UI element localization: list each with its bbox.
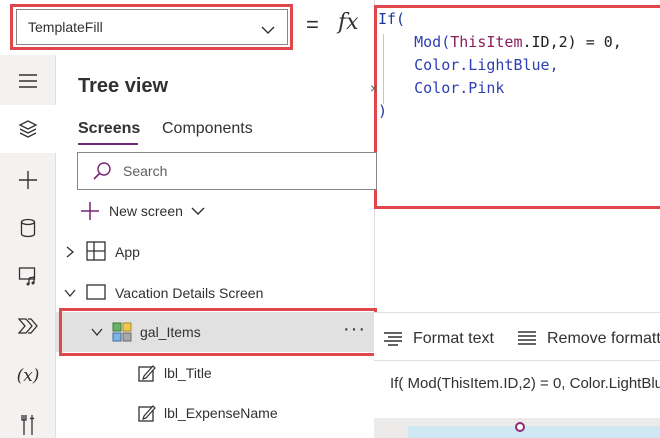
- tree-item-app[interactable]: App: [56, 232, 374, 272]
- tree-view-button[interactable]: [0, 105, 56, 153]
- data-button[interactable]: [0, 204, 56, 252]
- close-icon[interactable]: ×: [370, 80, 378, 96]
- tab-screens[interactable]: Screens: [78, 120, 140, 138]
- search-placeholder: Search: [123, 163, 168, 179]
- format-text-icon: [384, 332, 402, 346]
- power-automate-icon: [18, 318, 38, 334]
- fx-icon[interactable]: fx: [338, 10, 359, 35]
- format-text-label: Format text: [413, 330, 494, 347]
- tab-components[interactable]: Components: [162, 120, 253, 138]
- code-line-2-rest: .ID,2) = 0,: [522, 33, 622, 51]
- label-edit-icon: [138, 405, 156, 422]
- left-rail: (x): [0, 55, 56, 438]
- gallery-icon: [112, 322, 132, 342]
- canvas-strip: [374, 418, 660, 438]
- tree-item-label: App: [115, 244, 140, 260]
- plus-icon: [19, 171, 37, 189]
- resize-handle[interactable]: [515, 422, 525, 432]
- hamburger-icon: [19, 74, 37, 88]
- insert-button[interactable]: [0, 156, 56, 204]
- code-ref-thisitem: ThisItem: [450, 33, 523, 51]
- variables-button[interactable]: (x): [0, 352, 56, 400]
- remove-formatting-button[interactable]: Remove formatting: [517, 330, 660, 348]
- tree-item-label: lbl_Title: [164, 365, 212, 381]
- chevron-down-icon: [261, 22, 275, 40]
- power-automate-button[interactable]: [0, 302, 56, 350]
- tree-item-label-title[interactable]: lbl_Title: [56, 353, 374, 393]
- format-text-button[interactable]: Format text: [383, 330, 494, 348]
- code-line-3: Color.LightBlue,: [414, 56, 559, 74]
- screen-icon: [86, 284, 106, 300]
- media-icon: [18, 267, 36, 286]
- label-edit-icon: [138, 365, 156, 382]
- more-options-icon[interactable]: ···: [343, 318, 366, 341]
- remove-formatting-label: Remove formatting: [547, 330, 660, 347]
- tree-item-screen[interactable]: Vacation Details Screen: [56, 273, 374, 313]
- media-button[interactable]: [0, 252, 56, 300]
- tree-item-label: gal_Items: [140, 324, 201, 340]
- search-input[interactable]: Search: [77, 152, 377, 190]
- database-icon: [20, 218, 36, 238]
- formula-preview: If( Mod(ThisItem.ID,2) = 0, Color.LightB…: [374, 360, 660, 414]
- chevron-right-icon: [66, 246, 75, 258]
- tree-item-label-expensename[interactable]: lbl_ExpenseName: [56, 393, 374, 433]
- equals-sign: =: [306, 12, 319, 37]
- property-dropdown-value: TemplateFill: [28, 19, 103, 35]
- tree-view-title: Tree view: [78, 75, 169, 97]
- remove-formatting-icon: [518, 331, 536, 345]
- code-line-5: ): [378, 102, 388, 120]
- property-dropdown[interactable]: TemplateFill: [16, 9, 288, 45]
- new-screen-label: New screen: [109, 203, 183, 219]
- code-fn-mod: Mod(: [414, 33, 451, 51]
- tools-icon: [21, 415, 35, 435]
- tree-item-label: Vacation Details Screen: [115, 285, 264, 301]
- active-tab-indicator: [78, 143, 138, 145]
- variables-icon: (x): [16, 366, 40, 386]
- code-line-1: If(: [378, 10, 406, 28]
- formula-preview-text: If( Mod(ThisItem.ID,2) = 0, Color.LightB…: [390, 375, 660, 392]
- layers-icon: [18, 120, 38, 138]
- hamburger-menu-button[interactable]: [0, 57, 56, 105]
- app-icon: [86, 241, 106, 261]
- tree-item-label: lbl_ExpenseName: [164, 405, 278, 421]
- new-screen-button[interactable]: New screen: [80, 200, 205, 222]
- canvas-gallery-row: [408, 426, 660, 438]
- chevron-down-icon: [191, 207, 205, 215]
- advanced-tools-button[interactable]: [0, 401, 56, 438]
- format-toolbar: Format text Remove formatting: [374, 318, 660, 358]
- tree-item-gallery[interactable]: gal_Items ···: [56, 312, 374, 352]
- plus-icon: [81, 202, 99, 220]
- chevron-down-icon: [64, 289, 76, 298]
- chevron-down-icon: [91, 328, 103, 337]
- tree-view-panel: Tree view × Screens Components Search Ne…: [56, 55, 378, 438]
- search-icon: [92, 161, 112, 186]
- code-line-4: Color.Pink: [414, 79, 505, 97]
- formula-code[interactable]: If( Mod(ThisItem.ID,2) = 0, Color.LightB…: [378, 8, 622, 123]
